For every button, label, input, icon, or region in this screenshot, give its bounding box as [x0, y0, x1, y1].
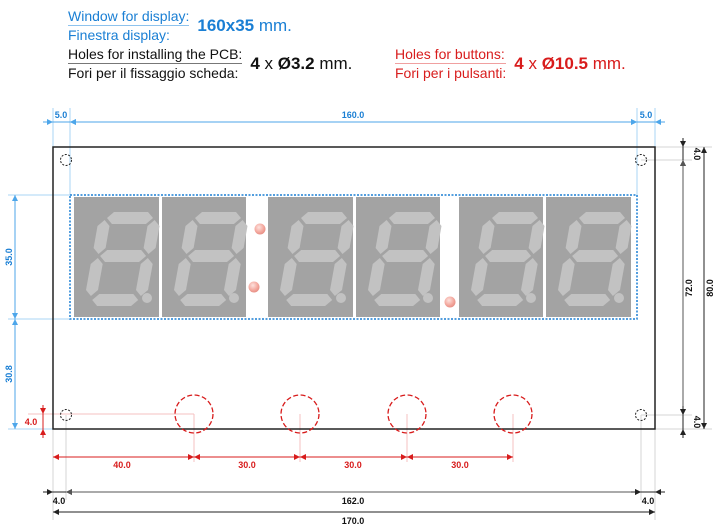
arrow-head: [294, 454, 300, 460]
seven-segment-digit: [162, 197, 248, 317]
segment-g: [485, 250, 532, 262]
dim-bottom-right-hole-line: [631, 489, 665, 495]
arrow-head: [401, 454, 407, 460]
segment-a: [107, 212, 153, 224]
decimal-point: [423, 293, 433, 303]
arrow-head: [649, 509, 655, 515]
dim-bottom-hole-span: 162.0: [342, 496, 365, 506]
digit-group: [74, 197, 632, 317]
dim-button-pitch-2: 30.0: [344, 460, 362, 470]
seven-segment-digit: [459, 197, 545, 317]
dim-window-height: 35.0: [4, 248, 14, 266]
dim-button-first: 40.0: [113, 460, 131, 470]
led-dot: [248, 281, 260, 293]
dim-window-width: 160.0: [342, 110, 365, 120]
segment-a: [492, 212, 538, 224]
dim-right-board-height: 80.0: [705, 279, 715, 297]
seven-segment-digit: [546, 197, 632, 317]
decimal-point: [229, 293, 239, 303]
arrow-head: [680, 160, 686, 166]
segment-d: [180, 294, 227, 306]
decimal-point: [336, 293, 346, 303]
dim-window-bottom-offset: 30.8: [4, 365, 14, 383]
arrow-head: [40, 429, 46, 435]
arrow-head: [12, 319, 18, 325]
segment-d: [477, 294, 524, 306]
dim-bottom-hole-span-line: [66, 489, 641, 495]
dim-board-width-line: [53, 509, 655, 515]
decimal-point: [526, 293, 536, 303]
seven-segment-digit: [356, 197, 442, 317]
arrow-head: [47, 489, 53, 495]
arrow-head: [680, 409, 686, 415]
segment-g: [382, 250, 429, 262]
arrow-head: [12, 313, 18, 319]
arrow-head: [300, 454, 306, 460]
segment-g: [188, 250, 235, 262]
segment-d: [92, 294, 139, 306]
arrow-head: [631, 119, 637, 125]
dim-right-hole-span: 72.0: [684, 279, 694, 297]
arrow-head: [655, 489, 661, 495]
segment-g: [294, 250, 341, 262]
dim-button-hole-offset-line: [40, 405, 46, 438]
arrow-head: [655, 119, 661, 125]
arrow-head: [635, 489, 641, 495]
segment-a: [579, 212, 625, 224]
arrow-head: [40, 408, 46, 414]
segment-g: [100, 250, 147, 262]
segment-d: [374, 294, 421, 306]
arrow-head: [12, 423, 18, 429]
arrow-head: [12, 195, 18, 201]
arrow-head: [47, 119, 53, 125]
decimal-point: [142, 293, 152, 303]
arrow-head: [407, 454, 413, 460]
arrow-head: [53, 454, 59, 460]
arrow-head: [680, 429, 686, 435]
dim-board-width: 170.0: [342, 516, 365, 526]
arrow-head: [70, 119, 76, 125]
seven-segment-digit: [268, 197, 354, 317]
decimal-point: [614, 293, 624, 303]
arrow-head: [53, 509, 59, 515]
seven-segment-digit: [74, 197, 160, 317]
arrow-head: [680, 141, 686, 147]
segment-a: [301, 212, 347, 224]
dim-button-pitch-3: 30.0: [451, 460, 469, 470]
dim-top-right-margin: 5.0: [640, 110, 653, 120]
dimension-labels: 5.0 160.0 5.0 35.0 30.8 4.0 4.0 72.0 80.…: [4, 110, 715, 526]
segment-a: [389, 212, 435, 224]
arrow-head: [194, 454, 200, 460]
segment-d: [286, 294, 333, 306]
arrow-head: [188, 454, 194, 460]
segment-d: [564, 294, 611, 306]
segment-g: [572, 250, 619, 262]
led-dot: [254, 223, 266, 235]
segment-a: [195, 212, 241, 224]
arrow-head: [507, 454, 513, 460]
arrow-head: [66, 489, 72, 495]
dim-bottom-left-hole: 4.0: [53, 496, 66, 506]
dim-top-left-margin: 5.0: [55, 110, 68, 120]
dim-right-top-hole: 4.0: [692, 148, 702, 161]
dim-right-bottom-hole-line: [680, 406, 686, 438]
dim-bottom-right-hole: 4.0: [642, 496, 655, 506]
dim-button-hole-offset: 4.0: [25, 417, 38, 427]
dim-right-bottom-hole: 4.0: [692, 416, 702, 429]
dim-button-pitch-1: 30.0: [238, 460, 256, 470]
panel-drawing: 5.0 160.0 5.0 35.0 30.8 4.0 4.0 72.0 80.…: [4, 108, 715, 526]
led-dot: [444, 296, 456, 308]
